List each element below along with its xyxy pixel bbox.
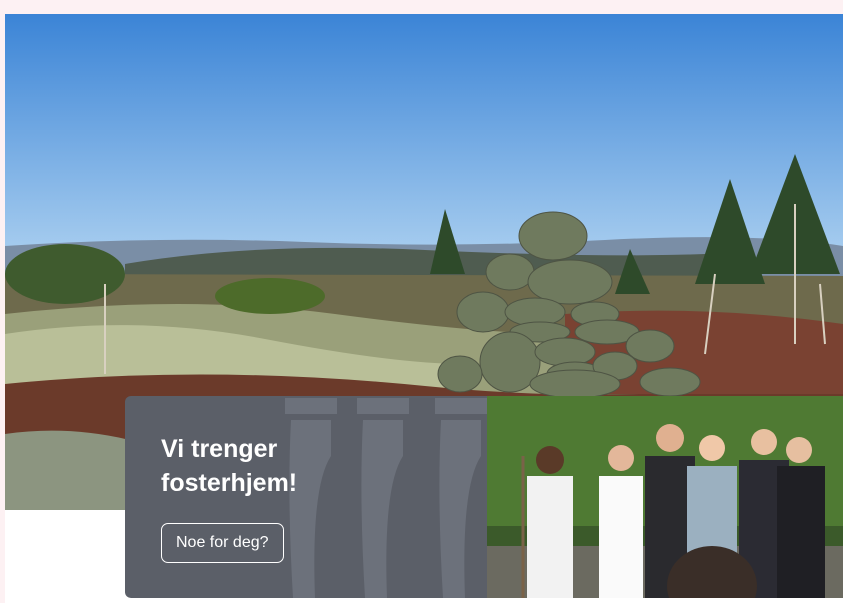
group-photo — [487, 396, 843, 598]
noe-for-deg-button[interactable]: Noe for deg? — [161, 523, 284, 563]
foster-home-card: Vi trenger fosterhjem! Noe for deg? — [125, 396, 487, 598]
card-title: Vi trenger fosterhjem! — [161, 435, 298, 497]
